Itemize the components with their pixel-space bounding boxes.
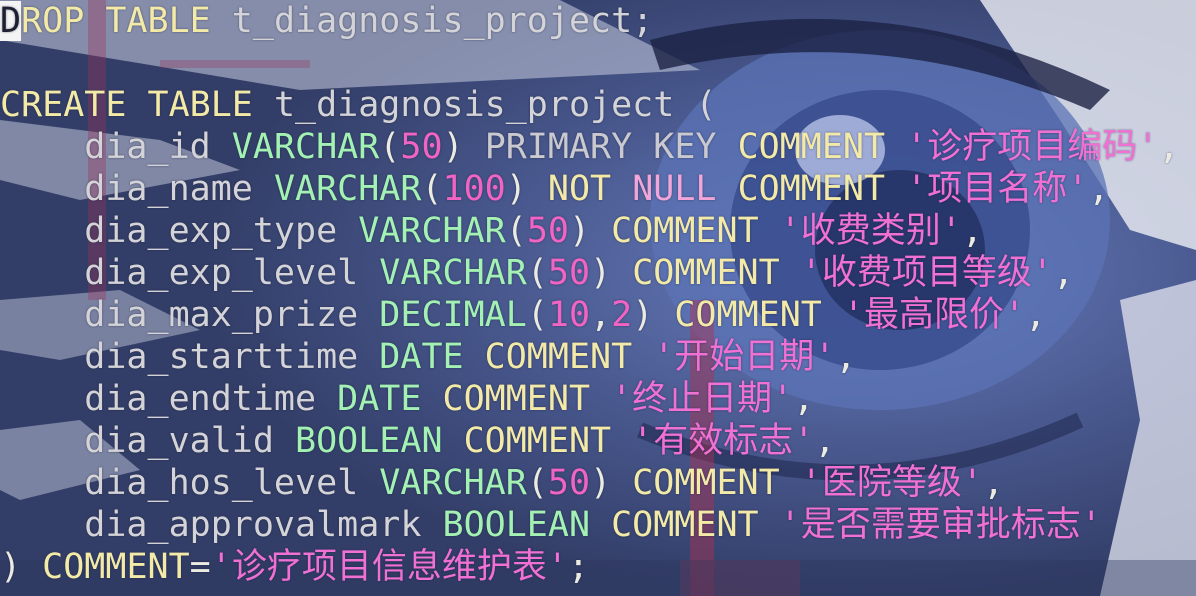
code-line[interactable]: CREATE TABLE t_diagnosis_project (	[0, 84, 1196, 126]
sql-punctuation: ,	[1158, 127, 1180, 167]
code-line[interactable]	[0, 42, 1196, 84]
sql-identifier: dia_approvalmark	[0, 505, 443, 545]
sql-punctuation: )	[442, 127, 485, 167]
sql-number: 50	[400, 127, 443, 167]
sql-keyword: NOT	[547, 169, 633, 209]
sql-string-literal: '医院等级'	[800, 463, 983, 503]
sql-identifier: dia_name	[0, 169, 274, 209]
sql-identifier: dia_endtime	[0, 379, 338, 419]
code-line[interactable]: dia_exp_type VARCHAR(50) COMMENT '收费类别',	[0, 210, 1196, 252]
sql-punctuation: (	[379, 127, 401, 167]
sql-punctuation: )	[568, 211, 612, 251]
sql-number: 10	[547, 295, 591, 335]
code-line[interactable]: dia_hos_level VARCHAR(50) COMMENT '医院等级'…	[0, 462, 1196, 504]
sql-identifier: t_diagnosis_project;	[231, 1, 654, 41]
sql-datatype: DECIMAL	[379, 295, 527, 335]
sql-identifier: dia_valid	[0, 421, 296, 461]
sql-datatype: BOOLEAN	[442, 505, 612, 545]
sql-number: 50	[526, 211, 569, 251]
sql-punctuation: ;	[567, 547, 589, 587]
code-line[interactable]: dia_exp_level VARCHAR(50) COMMENT '收费项目等…	[0, 252, 1196, 294]
sql-punctuation: (	[526, 463, 548, 503]
sql-punctuation: )	[590, 463, 633, 503]
sql-datatype: VARCHAR	[379, 253, 527, 293]
sql-number: 50	[547, 463, 591, 503]
sql-keyword: COMMENT	[737, 127, 907, 167]
sql-string-literal: '终止日期'	[611, 379, 794, 419]
sql-punctuation: (	[526, 253, 548, 293]
sql-identifier: t_diagnosis_project (	[273, 85, 717, 125]
sql-punctuation: (	[421, 169, 443, 209]
sql-number: 100	[442, 169, 506, 209]
sql-punctuation: )	[590, 253, 633, 293]
sql-datatype: BOOLEAN	[295, 421, 464, 461]
sql-datatype: VARCHAR	[273, 169, 422, 209]
text-cursor: D	[0, 1, 22, 41]
code-line[interactable]: dia_id VARCHAR(50) PRIMARY KEY COMMENT '…	[0, 126, 1196, 168]
code-line[interactable]: dia_valid BOOLEAN COMMENT '有效标志',	[0, 420, 1196, 462]
code-line[interactable]: dia_max_prize DECIMAL(10,2) COMMENT '最高限…	[0, 294, 1196, 336]
sql-punctuation: (	[526, 295, 548, 335]
code-line[interactable]: dia_approvalmark BOOLEAN COMMENT '是否需要审批…	[0, 504, 1196, 546]
sql-keyword: COMMENT	[484, 337, 654, 377]
sql-punctuation: ,	[1052, 253, 1075, 293]
code-line[interactable]: dia_endtime DATE COMMENT '终止日期',	[0, 378, 1196, 420]
sql-punctuation: ,	[590, 295, 612, 335]
code-line[interactable]: dia_name VARCHAR(100) NOT NULL COMMENT '…	[0, 168, 1196, 210]
sql-string-literal: '收费项目等级'	[800, 253, 1053, 293]
code-line[interactable]: ) COMMENT='诊疗项目信息维护表';	[0, 546, 1196, 588]
sql-keyword: COMMENT	[42, 547, 190, 587]
sql-punctuation: ,	[814, 421, 836, 461]
sql-punctuation: )	[632, 295, 675, 335]
sql-string-literal: '收费类别'	[779, 211, 962, 251]
sql-identifier: dia_starttime	[0, 337, 380, 377]
sql-null-keyword: NULL	[632, 169, 738, 209]
sql-keyword: ROP TABLE	[21, 1, 232, 41]
sql-string-literal: '开始日期'	[653, 337, 836, 377]
sql-string-literal: '诊疗项目编码'	[906, 127, 1159, 167]
sql-number: 50	[547, 253, 591, 293]
sql-keyword: COMMENT	[611, 505, 780, 545]
sql-punctuation: ,	[1025, 295, 1047, 335]
code-line[interactable]: DROP TABLE t_diagnosis_project;	[0, 0, 1196, 42]
sql-identifier: dia_max_prize	[0, 295, 380, 335]
sql-code-editor[interactable]: DROP TABLE t_diagnosis_project; CREATE T…	[0, 0, 1196, 596]
sql-datatype: DATE	[337, 379, 443, 419]
sql-punctuation: ,	[793, 379, 815, 419]
sql-punctuation: )	[505, 169, 548, 209]
sql-datatype: VARCHAR	[379, 463, 527, 503]
sql-keyword: COMMENT	[632, 253, 801, 293]
sql-punctuation: (	[505, 211, 527, 251]
sql-keyword: COMMENT	[632, 463, 801, 503]
sql-datatype: VARCHAR	[231, 127, 380, 167]
sql-string-literal: '是否需要审批标志'	[779, 505, 1102, 545]
sql-punctuation: ,	[961, 211, 983, 251]
sql-keyword: COMMENT	[737, 169, 907, 209]
sql-identifier: dia_exp_level	[0, 253, 380, 293]
code-line[interactable]: dia_starttime DATE COMMENT '开始日期',	[0, 336, 1196, 378]
sql-identifier: dia_hos_level	[0, 463, 380, 503]
sql-string-literal: '最高限价'	[842, 295, 1026, 335]
sql-keyword: COMMENT	[674, 295, 843, 335]
sql-keyword: CREATE TABLE	[0, 85, 274, 125]
sql-identifier: dia_exp_type	[0, 211, 359, 251]
sql-string-literal: '项目名称'	[906, 169, 1089, 209]
sql-punctuation: =	[189, 547, 211, 587]
sql-keyword: COMMENT	[463, 421, 633, 461]
sql-datatype: VARCHAR	[358, 211, 506, 251]
sql-punctuation: ,	[835, 337, 857, 377]
sql-punctuation: ,	[982, 463, 1005, 503]
sql-string-literal: '有效标志'	[632, 421, 815, 461]
sql-constraint: PRIMARY KEY	[484, 127, 738, 167]
sql-keyword: COMMENT	[442, 379, 612, 419]
sql-punctuation: )	[0, 547, 43, 587]
sql-number: 2	[611, 295, 633, 335]
sql-identifier: dia_id	[0, 127, 232, 167]
sql-string-literal: '诊疗项目信息维护表'	[210, 547, 568, 587]
sql-datatype: DATE	[379, 337, 485, 377]
sql-punctuation: ,	[1088, 169, 1110, 209]
sql-keyword: COMMENT	[611, 211, 780, 251]
